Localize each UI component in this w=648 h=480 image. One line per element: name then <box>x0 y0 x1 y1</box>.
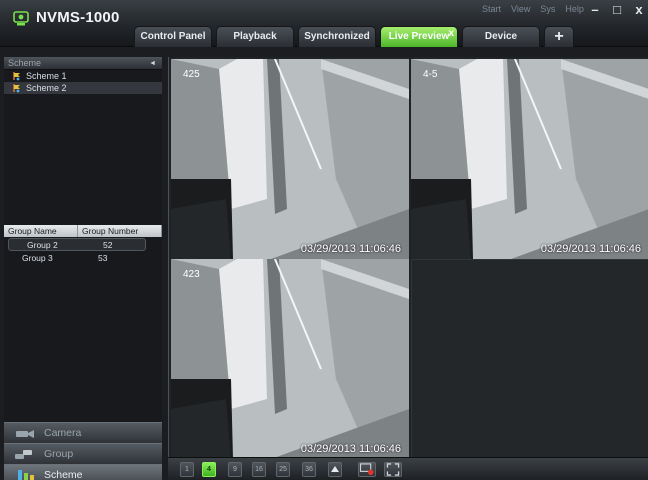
tab-label: Control Panel <box>140 31 206 42</box>
group-table: Group Name Group Number Group 2 52 Group… <box>4 225 162 265</box>
tab-synchronized[interactable]: Synchronized <box>298 26 376 47</box>
menu-help[interactable]: Help <box>565 4 584 14</box>
table-row[interactable]: Group 2 52 <box>8 238 146 251</box>
column-header-group-number[interactable]: Group Number <box>78 225 162 237</box>
layout-9-button[interactable]: 9 <box>228 462 242 477</box>
tab-device[interactable]: Device <box>462 26 540 47</box>
screen-stop-icon <box>359 463 374 476</box>
tab-close-icon[interactable]: x <box>448 24 454 44</box>
video-cell-1[interactable]: 425 03/29/2013 11:06:46 <box>171 59 409 259</box>
app-logo-icon <box>13 11 29 26</box>
scheme-panel-header: Scheme ◄ <box>4 57 162 70</box>
layout-25-button[interactable]: 25 <box>276 462 290 477</box>
video-cell-4[interactable] <box>411 259 648 459</box>
video-cell-2[interactable]: 4-5 03/29/2013 11:06:46 <box>411 59 648 259</box>
menu-start[interactable]: Start <box>482 4 501 14</box>
camera-id-label: 423 <box>183 269 200 280</box>
fullscreen-icon <box>386 463 400 476</box>
video-timestamp: 03/29/2013 11:06:46 <box>540 243 641 255</box>
scheme-icon <box>13 84 20 93</box>
layout-36-button[interactable]: 36 <box>302 462 316 477</box>
menu-sys[interactable]: Sys <box>540 4 555 14</box>
tab-label: Playback <box>233 31 277 42</box>
group-name-cell: Group 2 <box>27 240 58 250</box>
title-bar: NVMS-1000 Start View Sys Help – □ x Cont… <box>0 0 648 47</box>
collapse-arrow-icon[interactable]: ◄ <box>149 57 156 70</box>
window-controls: – □ x <box>588 2 646 17</box>
more-layouts-button[interactable] <box>328 462 342 477</box>
video-timestamp: 03/29/2013 11:06:46 <box>300 243 401 255</box>
scheme-item-label: Scheme 2 <box>26 83 67 93</box>
nav-scheme[interactable]: Scheme <box>4 464 162 480</box>
group-number-cell: 53 <box>98 253 108 263</box>
camera-id-label: 425 <box>183 69 200 80</box>
maximize-button[interactable]: □ <box>610 2 624 17</box>
main-tabs: Control Panel Playback Synchronized Live… <box>134 26 578 47</box>
scheme-item-label: Scheme 1 <box>26 71 67 81</box>
triangle-up-icon <box>331 466 339 472</box>
column-header-group-name[interactable]: Group Name <box>4 225 78 237</box>
nav-group[interactable]: Group <box>4 443 162 464</box>
camera-feed-image <box>171 59 409 259</box>
group-number-cell: 52 <box>103 240 113 250</box>
scheme-item-2[interactable]: Scheme 2 <box>4 82 162 94</box>
layout-4-button[interactable]: 4 <box>202 462 216 477</box>
tab-control-panel[interactable]: Control Panel <box>134 26 212 47</box>
tab-playback[interactable]: Playback <box>216 26 294 47</box>
scheme-item-1[interactable]: Scheme 1 <box>4 70 162 82</box>
bottom-toolbar: 1 4 9 16 25 36 <box>168 457 648 480</box>
layout-16-button[interactable]: 16 <box>252 462 266 477</box>
scheme-icon <box>13 72 20 81</box>
top-menu: Start View Sys Help <box>482 4 584 14</box>
stop-all-preview-button[interactable] <box>358 462 376 477</box>
add-tab-button[interactable]: + <box>544 26 574 47</box>
close-button[interactable]: x <box>632 2 646 17</box>
group-table-header: Group Name Group Number <box>4 225 162 237</box>
video-grid: 425 03/29/2013 11:06:46 4-5 03/29/2013 1… <box>168 57 648 459</box>
tab-label: Live Preview <box>388 31 450 42</box>
nav-label: Scheme <box>44 469 83 480</box>
tab-label: Synchronized <box>304 31 370 42</box>
nav-label: Camera <box>44 427 82 439</box>
group-name-cell: Group 3 <box>22 253 53 263</box>
tab-live-preview[interactable]: Live Preview x <box>380 26 458 47</box>
table-row[interactable]: Group 3 53 <box>4 252 162 265</box>
scheme-icon <box>18 470 34 480</box>
camera-icon <box>16 430 34 438</box>
camera-feed-image <box>171 259 409 459</box>
minimize-button[interactable]: – <box>588 2 602 17</box>
video-cell-3[interactable]: 423 03/29/2013 11:06:46 <box>171 259 409 459</box>
tab-label: Device <box>484 31 518 42</box>
camera-feed-image <box>411 59 648 259</box>
fullscreen-button[interactable] <box>384 462 402 477</box>
layout-1-button[interactable]: 1 <box>180 462 194 477</box>
menu-view[interactable]: View <box>511 4 530 14</box>
left-panel: Scheme ◄ Scheme 1 Scheme 2 Group Name Gr… <box>4 57 162 480</box>
nav-label: Group <box>44 448 74 460</box>
app-title: NVMS-1000 <box>36 9 120 26</box>
video-timestamp: 03/29/2013 11:06:46 <box>300 443 401 455</box>
nav-camera[interactable]: Camera <box>4 422 162 443</box>
camera-id-label: 4-5 <box>423 69 438 80</box>
scheme-panel-title: Scheme <box>8 58 42 68</box>
group-icon <box>15 450 32 459</box>
